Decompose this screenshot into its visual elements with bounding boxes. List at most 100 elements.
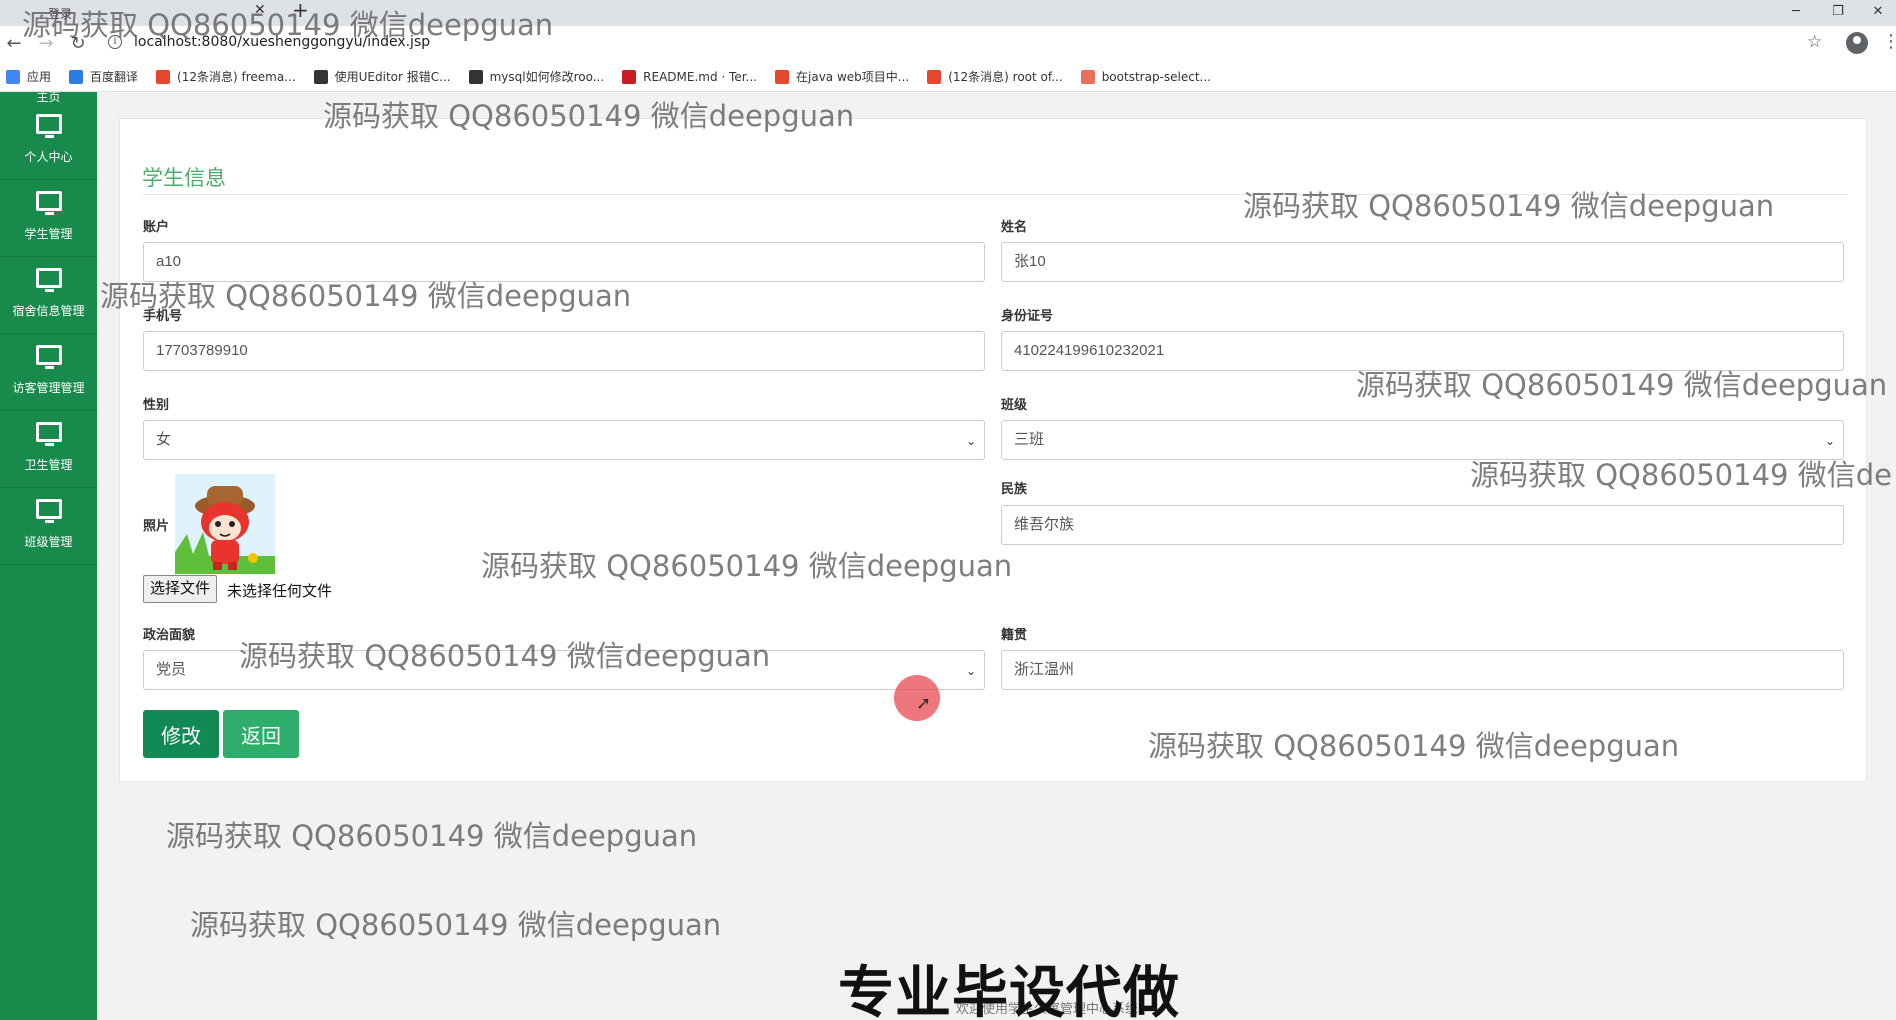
- new-tab-icon[interactable]: +: [292, 0, 309, 22]
- monitor-icon: [35, 499, 62, 523]
- back-arrow-icon[interactable]: ←: [2, 32, 26, 54]
- ethnicity-label: 民族: [1001, 482, 1028, 497]
- bookmark-item[interactable]: (12条消息) freema...: [156, 68, 296, 85]
- apps-grid-icon: [6, 69, 20, 84]
- sidebar-item-home[interactable]: 主页: [0, 92, 97, 104]
- page-title: 学生信息: [142, 166, 226, 190]
- political-select[interactable]: 党员 ⌄: [143, 650, 985, 690]
- bookmark-label: 使用UEditor 报错C...: [334, 70, 451, 84]
- browser-tab[interactable]: 登录: [8, 0, 278, 26]
- phone-input[interactable]: 17703789910: [143, 331, 985, 371]
- photo-label: 照片: [143, 519, 170, 534]
- menu-kebab-icon[interactable]: ⋮: [1882, 31, 1896, 52]
- jianshu-icon: [1080, 69, 1095, 84]
- bookmarks-bar: 应用 百度翻译 (12条消息) freema... 使用UEditor 报错C... m…: [0, 62, 1896, 92]
- gender-select[interactable]: 女 ⌄: [143, 420, 985, 460]
- sidebar-item[interactable]: 班级管理: [0, 489, 97, 565]
- tab-title: 登录: [48, 6, 73, 21]
- sidebar-item-label: 班级管理: [24, 535, 73, 549]
- sidebar: 主页 个人中心学生管理宿舍信息管理 访客管理管理 卫生管理班级管理: [0, 92, 97, 1020]
- bookmark-label: (12条消息) freema...: [177, 70, 296, 84]
- ueditor-icon: [313, 69, 328, 84]
- monitor-icon: [35, 345, 62, 369]
- back-button[interactable]: 返回: [223, 710, 299, 758]
- sidebar-item[interactable]: 卫生管理: [0, 412, 97, 488]
- sidebar-item-label: 卫生管理: [24, 458, 73, 472]
- monitor-icon: [35, 114, 62, 138]
- sidebar-item[interactable]: 宿舍信息管理: [0, 258, 97, 334]
- promo-banner: 专业毕设代做: [838, 961, 1180, 1020]
- class-value: 三班: [1014, 431, 1045, 448]
- bookmark-label: bootstrap-select...: [1101, 69, 1211, 84]
- hometown-input[interactable]: 浙江温州: [1001, 650, 1844, 690]
- monitor-icon: [35, 191, 62, 215]
- name-label: 姓名: [1001, 220, 1028, 235]
- bookmark-item[interactable]: 百度翻译: [69, 68, 138, 85]
- close-window-icon[interactable]: ✕: [1862, 0, 1894, 22]
- sidebar-item[interactable]: 学生管理: [0, 181, 97, 257]
- gender-value: 女: [156, 431, 172, 448]
- address-bar: ← → ↻ i localhost:8080/xueshenggongyu/in…: [0, 26, 1896, 60]
- hometown-label: 籍贯: [1001, 628, 1028, 643]
- sidebar-item-label: 学生管理: [24, 227, 73, 241]
- bookmark-label: (12条消息) root of...: [948, 70, 1063, 84]
- reload-icon[interactable]: ↻: [66, 32, 90, 54]
- sidebar-item[interactable]: 访客管理管理: [0, 335, 97, 411]
- tab-close-icon[interactable]: ✕: [254, 2, 266, 18]
- profile-avatar-icon[interactable]: [1846, 32, 1868, 54]
- bookmark-item[interactable]: 应用: [6, 68, 51, 85]
- baidu-translate-icon: [69, 69, 84, 84]
- csdn-icon: [156, 69, 171, 84]
- choose-file-button[interactable]: 选择文件: [143, 575, 218, 603]
- id-card-label: 身份证号: [1001, 309, 1054, 324]
- chevron-down-icon: ⌄: [965, 434, 976, 448]
- bookmark-item[interactable]: 在java web项目中...: [775, 68, 909, 85]
- bookmark-label: 应用: [27, 70, 52, 84]
- bookmark-star-icon[interactable]: ☆: [1807, 32, 1822, 52]
- political-label: 政治面貌: [143, 628, 196, 643]
- gender-label: 性别: [143, 398, 170, 413]
- ueditor-icon: [468, 69, 483, 84]
- csdn-icon: [927, 69, 942, 84]
- bookmark-label: 在java web项目中...: [796, 70, 910, 84]
- monitor-icon: [35, 422, 62, 446]
- file-status-text: 未选择任何文件: [227, 583, 333, 600]
- phone-label: 手机号: [143, 309, 183, 324]
- bookmark-item[interactable]: README.md · Ter...: [622, 69, 757, 84]
- monitor-icon: [35, 268, 62, 292]
- bookmark-item[interactable]: bootstrap-select...: [1080, 69, 1211, 84]
- name-input[interactable]: 张10: [1001, 242, 1844, 282]
- sidebar-item-label: 访客管理管理: [12, 381, 85, 395]
- student-photo: [175, 474, 275, 574]
- account-input[interactable]: a10: [143, 242, 985, 282]
- bookmark-item[interactable]: (12条消息) root of...: [927, 68, 1063, 85]
- account-label: 账户: [143, 220, 170, 235]
- class-label: 班级: [1001, 398, 1028, 413]
- bookmark-label: mysql如何修改roo...: [489, 70, 605, 84]
- class-select[interactable]: 三班 ⌄: [1001, 420, 1844, 460]
- restore-icon[interactable]: ❐: [1822, 0, 1854, 22]
- forward-arrow-icon[interactable]: →: [34, 32, 58, 54]
- minimize-icon[interactable]: ─: [1780, 0, 1812, 22]
- bookmark-label: 百度翻译: [90, 70, 139, 84]
- csdn-icon: [775, 69, 789, 84]
- gitee-icon: [622, 69, 637, 84]
- edit-button[interactable]: 修改: [143, 710, 219, 758]
- sidebar-item[interactable]: 个人中心: [0, 104, 97, 180]
- mouse-pointer-icon: ➚: [916, 693, 932, 714]
- sidebar-item-label: 个人中心: [24, 150, 73, 164]
- url-input[interactable]: localhost:8080/xueshenggongyu/index.jsp: [134, 34, 430, 50]
- bookmark-label: README.md · Ter...: [643, 69, 757, 84]
- title-divider: [142, 194, 1848, 195]
- ethnicity-input[interactable]: 维吾尔族: [1001, 505, 1844, 545]
- political-value: 党员: [156, 661, 187, 678]
- chevron-down-icon: ⌄: [965, 664, 976, 678]
- id-card-input[interactable]: 410224199610232021: [1001, 331, 1844, 371]
- sidebar-item-label: 宿舍信息管理: [12, 304, 85, 318]
- info-icon[interactable]: i: [108, 35, 122, 49]
- bookmark-item[interactable]: 使用UEditor 报错C...: [313, 68, 451, 85]
- chevron-down-icon: ⌄: [1824, 434, 1835, 448]
- browser-tab-bar: 登录 ✕ + ─ ❐ ✕: [0, 0, 1896, 26]
- bookmark-item[interactable]: mysql如何修改roo...: [468, 68, 605, 85]
- cartoon-fox-image: [175, 474, 275, 574]
